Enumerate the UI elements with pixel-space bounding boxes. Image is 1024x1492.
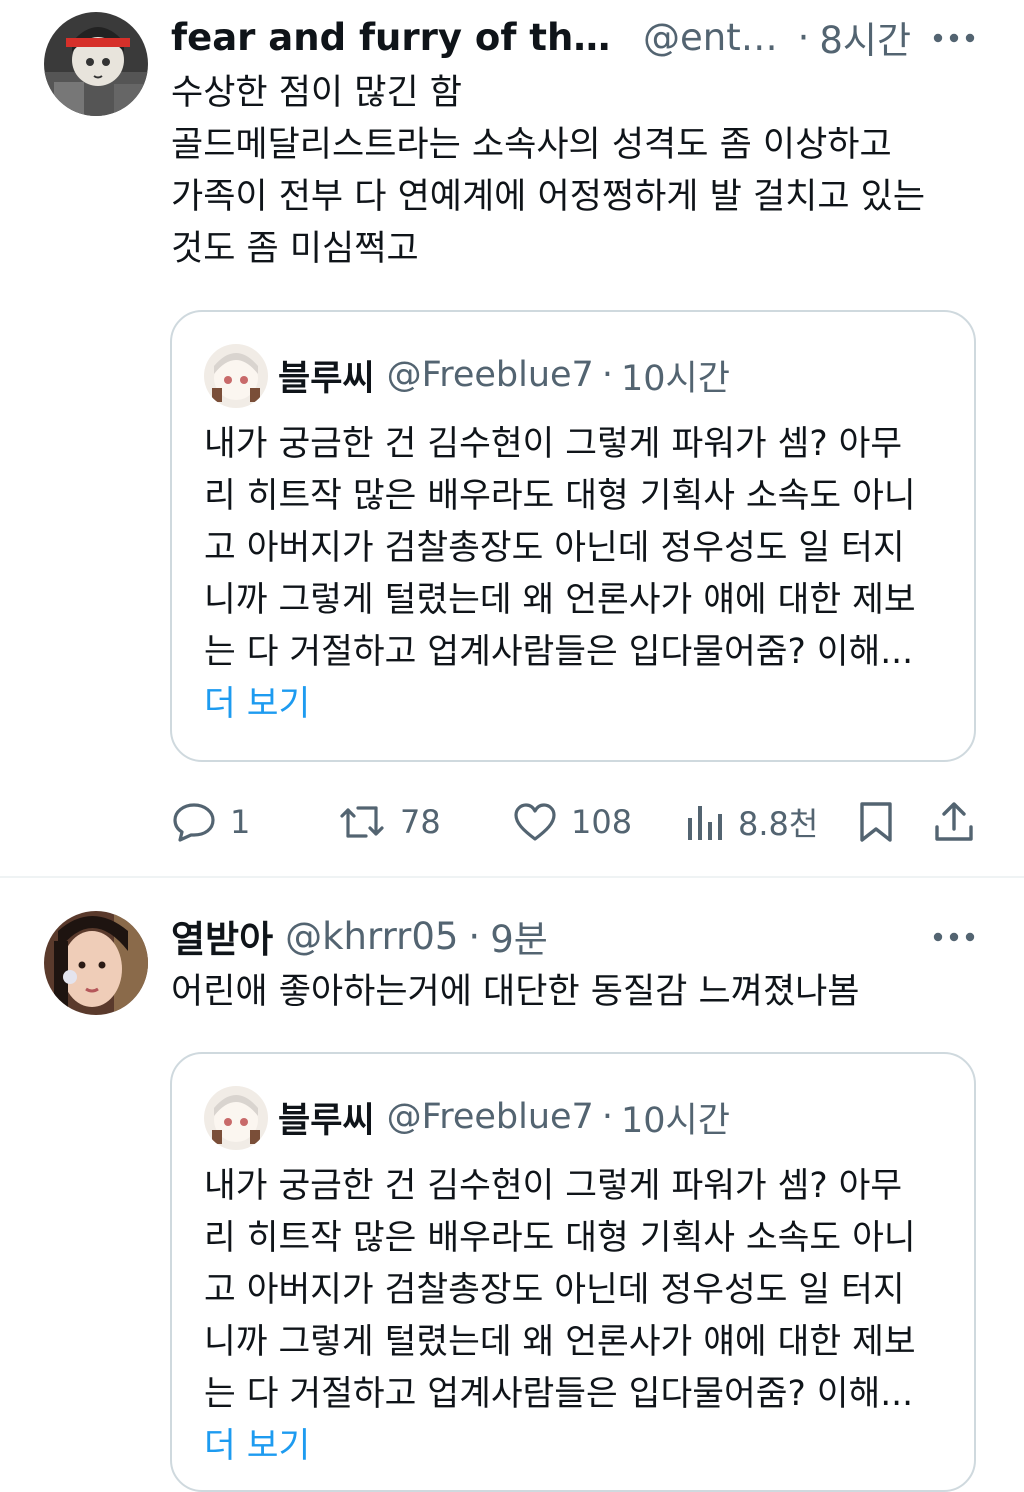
user-handle[interactable]: @khrrr05 (285, 915, 458, 958)
view-count: 8.8천 (738, 805, 819, 843)
tweet-text-line: 어린애 좋아하는거에 대단한 동질감 느껴졌나봄 (171, 972, 860, 1012)
separator-dot: · (601, 1097, 613, 1137)
quote-display-name: 블루씨 (278, 358, 375, 399)
quote-text: 내가 궁금한 건 김수현이 그렇게 파워가 셈? 아무 리 히트작 많은 배우라… (204, 1160, 954, 1472)
separator-dot: · (797, 15, 810, 59)
heart-icon (514, 803, 556, 841)
quote-text-line: 니까 그렇게 털렸는데 왜 언론사가 얘에 대한 제보 (204, 580, 916, 620)
quote-timestamp: 10시간 (620, 358, 730, 399)
reply-count: 1 (230, 803, 251, 841)
quote-text-line: 고 아버지가 검찰총장도 아닌데 정우성도 일 터지 (204, 1270, 905, 1310)
show-more-link[interactable]: 더 보기 (204, 678, 954, 730)
quote-avatar (204, 344, 268, 408)
quote-text-line: 는 다 거절하고 업계사람들은 입다물어줌? 이해... (204, 1374, 914, 1414)
more-horizontal-icon[interactable] (932, 927, 976, 947)
views-bar-chart-icon (688, 806, 722, 840)
tweet[interactable]: 열받아 @khrrr05 · 9분 어린애 좋아하는거에 대단한 동질감 느껴졌… (0, 878, 1024, 1492)
show-more-link[interactable]: 더 보기 (204, 1420, 954, 1472)
quote-header: 블루씨 @Freeblue7 · 10시간 (278, 350, 730, 400)
separator-dot: · (601, 355, 613, 395)
retweet-icon (340, 806, 384, 838)
views-button[interactable]: 8.8천 (686, 794, 818, 850)
quote-text-line: 니까 그렇게 털렸는데 왜 언론사가 얘에 대한 제보 (204, 1322, 916, 1362)
quote-text-line: 고 아버지가 검찰총장도 아닌데 정우성도 일 터지 (204, 528, 905, 568)
tweet-text: 어린애 좋아하는거에 대단한 동질감 느껴졌나봄 (171, 966, 971, 1018)
quote-header: 블루씨 @Freeblue7 · 10시간 (278, 1092, 730, 1142)
more-horizontal-icon[interactable] (932, 28, 976, 48)
reply-bubble-icon (173, 803, 215, 842)
quote-avatar (204, 1086, 268, 1150)
timestamp[interactable]: 9분 (490, 911, 548, 961)
quote-text-line: 내가 궁금한 건 김수현이 그렇게 파워가 셈? 아무 (204, 1166, 903, 1206)
tweet-text: 수상한 점이 많긴 함 골드메달리스트라는 소속사의 성격도 좀 이상하고 가족… (171, 67, 971, 275)
tweet-header: 열받아 @khrrr05 · 9분 (171, 911, 911, 962)
tweet-text-line: 골드메달리스트라는 소속사의 성격도 좀 이상하고 (171, 125, 892, 165)
quote-user-handle: @Freeblue7 (386, 355, 594, 395)
tweet-header: fear and furry of the nu... @ente... · 8… (171, 12, 911, 63)
quote-text-line: 내가 궁금한 건 김수현이 그렇게 파워가 셈? 아무 (204, 424, 903, 464)
display-name[interactable]: 열받아 (171, 911, 273, 961)
reply-button[interactable]: 1 (172, 794, 250, 850)
quote-text-line: 리 히트작 많은 배우라도 대형 기획사 소속도 아니 (204, 476, 916, 516)
quote-display-name: 블루씨 (278, 1100, 375, 1141)
avatar[interactable] (44, 12, 148, 116)
timestamp[interactable]: 8시간 (819, 12, 911, 62)
retweet-count: 78 (400, 803, 441, 841)
tweet-text-line: 것도 좀 미심쩍고 (171, 229, 419, 269)
display-name[interactable]: fear and furry of the nu... (171, 16, 631, 59)
quote-text-line: 리 히트작 많은 배우라도 대형 기획사 소속도 아니 (204, 1218, 916, 1258)
quote-timestamp: 10시간 (620, 1100, 730, 1141)
bookmark-icon (860, 802, 892, 842)
avatar[interactable] (44, 911, 148, 1015)
quote-tweet-card[interactable]: 블루씨 @Freeblue7 · 10시간 내가 궁금한 건 김수현이 그렇게 … (170, 310, 976, 762)
tweet[interactable]: fear and furry of the nu... @ente... · 8… (0, 0, 1024, 876)
retweet-button[interactable]: 78 (338, 794, 441, 850)
bookmark-button[interactable] (858, 794, 894, 850)
tweet-action-bar: 1 78 108 8.8천 (0, 794, 1024, 850)
user-handle[interactable]: @ente... (643, 16, 788, 59)
share-upload-icon (935, 802, 973, 841)
quote-user-handle: @Freeblue7 (386, 1097, 594, 1137)
share-button[interactable] (934, 794, 974, 850)
quote-text-line: 는 다 거절하고 업계사람들은 입다물어줌? 이해... (204, 632, 914, 672)
like-count: 108 (571, 803, 633, 841)
tweet-text-line: 수상한 점이 많긴 함 (171, 73, 462, 113)
quote-text: 내가 궁금한 건 김수현이 그렇게 파워가 셈? 아무 리 히트작 많은 배우라… (204, 418, 954, 730)
tweet-text-line: 가족이 전부 다 연예계에 어정쩡하게 발 걸치고 있는 (171, 177, 926, 217)
quote-tweet-card[interactable]: 블루씨 @Freeblue7 · 10시간 내가 궁금한 건 김수현이 그렇게 … (170, 1052, 976, 1492)
separator-dot: · (468, 914, 481, 958)
like-button[interactable]: 108 (513, 794, 632, 850)
